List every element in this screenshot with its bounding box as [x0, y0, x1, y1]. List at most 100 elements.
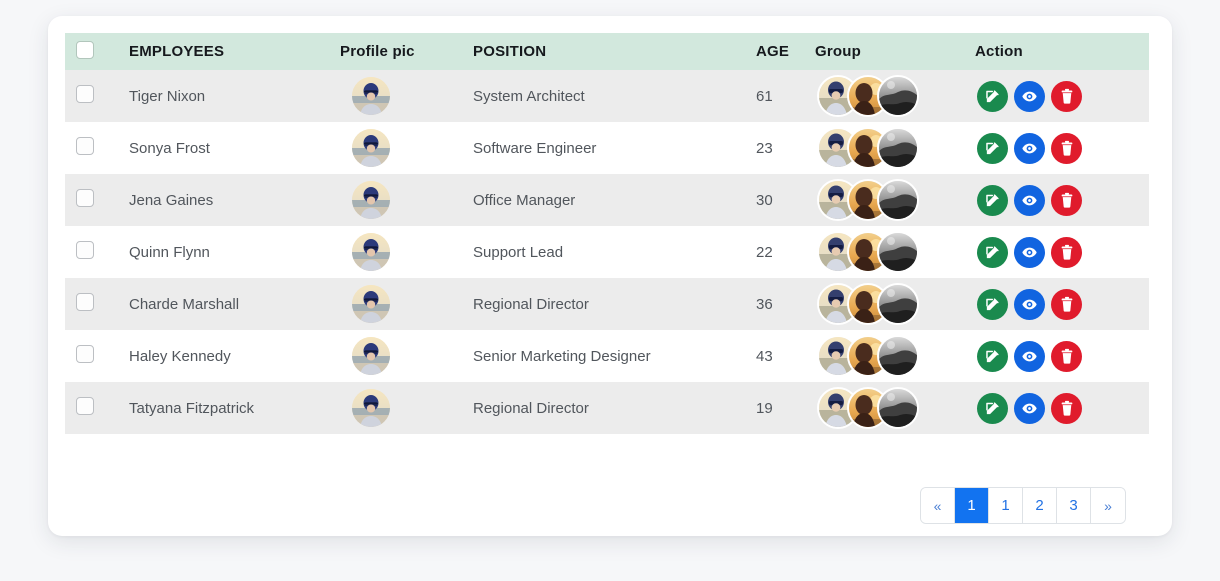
group-cell — [815, 122, 975, 174]
avatar[interactable] — [352, 77, 390, 115]
employee-position: Senior Marketing Designer — [473, 347, 651, 365]
row-actions — [975, 184, 1149, 216]
view-button[interactable] — [1014, 132, 1045, 164]
table-row[interactable]: Haley Kennedy Senior Marketing Designer … — [65, 330, 1149, 382]
row-checkbox[interactable] — [76, 293, 94, 311]
pagination-list: «1 1 2 3» — [920, 487, 1126, 524]
edit-icon — [984, 348, 1001, 365]
delete-button[interactable] — [1051, 340, 1082, 372]
row-actions — [975, 340, 1149, 372]
view-button[interactable] — [1014, 392, 1045, 424]
group-avatar[interactable] — [877, 283, 919, 325]
delete-button[interactable] — [1051, 184, 1082, 216]
group-avatar[interactable] — [877, 127, 919, 169]
edit-button[interactable] — [977, 132, 1008, 164]
group-avatars — [815, 127, 975, 169]
header-profile-pic[interactable]: Profile pic — [340, 33, 473, 70]
eye-icon — [1021, 88, 1038, 105]
age-cell: 36 — [756, 278, 815, 330]
header-age[interactable]: AGE — [756, 33, 815, 70]
table-row[interactable]: Jena Gaines Office Manager 30 — [65, 174, 1149, 226]
table-row[interactable]: Charde Marshall Regional Director 36 — [65, 278, 1149, 330]
delete-button[interactable] — [1051, 236, 1082, 268]
group-avatar[interactable] — [877, 387, 919, 429]
position-cell: Regional Director — [473, 278, 756, 330]
row-actions — [975, 132, 1149, 164]
edit-button[interactable] — [977, 340, 1008, 372]
delete-button[interactable] — [1051, 392, 1082, 424]
employee-name: Quinn Flynn — [129, 243, 210, 261]
row-checkbox[interactable] — [76, 137, 94, 155]
row-checkbox[interactable] — [76, 85, 94, 103]
employee-name-cell: Quinn Flynn — [129, 226, 340, 278]
avatar[interactable] — [352, 129, 390, 167]
edit-button[interactable] — [977, 392, 1008, 424]
age-cell: 23 — [756, 122, 815, 174]
pagination-page-active[interactable]: 1 — [955, 488, 989, 523]
table-body: Tiger Nixon System Architect 61 Sonya Fr… — [65, 70, 1149, 434]
pagination-page[interactable]: 1 — [989, 488, 1023, 523]
table-row[interactable]: Quinn Flynn Support Lead 22 — [65, 226, 1149, 278]
avatar[interactable] — [352, 389, 390, 427]
pagination-next[interactable]: » — [1091, 488, 1125, 523]
header-select-all — [65, 33, 129, 70]
pagination-page[interactable]: 3 — [1057, 488, 1091, 523]
position-cell: Software Engineer — [473, 122, 756, 174]
delete-button[interactable] — [1051, 288, 1082, 320]
row-checkbox[interactable] — [76, 189, 94, 207]
avatar[interactable] — [352, 181, 390, 219]
employee-name-cell: Jena Gaines — [129, 174, 340, 226]
action-cell — [975, 70, 1149, 122]
avatar[interactable] — [352, 337, 390, 375]
row-select-cell — [65, 174, 129, 226]
action-cell — [975, 278, 1149, 330]
pagination-prev[interactable]: « — [921, 488, 955, 523]
employee-name: Tatyana Fitzpatrick — [129, 399, 255, 417]
avatar[interactable] — [352, 285, 390, 323]
table-row[interactable]: Sonya Frost Software Engineer 23 — [65, 122, 1149, 174]
position-cell: Senior Marketing Designer — [473, 330, 756, 382]
edit-icon — [984, 244, 1001, 261]
row-select-cell — [65, 70, 129, 122]
group-avatar[interactable] — [877, 75, 919, 117]
view-button[interactable] — [1014, 80, 1045, 112]
row-checkbox[interactable] — [76, 241, 94, 259]
edit-button[interactable] — [977, 236, 1008, 268]
delete-button[interactable] — [1051, 80, 1082, 112]
delete-button[interactable] — [1051, 132, 1082, 164]
table-header-row: EMPLOYEES Profile pic POSITION AGE Group… — [65, 33, 1149, 70]
profile-pic-cell — [340, 330, 473, 382]
row-checkbox[interactable] — [76, 397, 94, 415]
pagination-page[interactable]: 2 — [1023, 488, 1057, 523]
view-button[interactable] — [1014, 236, 1045, 268]
employee-position: Regional Director — [473, 399, 589, 417]
employee-position: Office Manager — [473, 191, 576, 209]
trash-icon — [1059, 400, 1075, 417]
trash-icon — [1059, 244, 1075, 261]
employee-position: System Architect — [473, 87, 585, 105]
row-actions — [975, 236, 1149, 268]
position-cell: Support Lead — [473, 226, 756, 278]
select-all-checkbox[interactable] — [76, 40, 94, 59]
view-button[interactable] — [1014, 288, 1045, 320]
group-avatar[interactable] — [877, 179, 919, 221]
view-button[interactable] — [1014, 340, 1045, 372]
edit-button[interactable] — [977, 184, 1008, 216]
edit-button[interactable] — [977, 288, 1008, 320]
edit-button[interactable] — [977, 80, 1008, 112]
row-checkbox[interactable] — [76, 345, 94, 363]
table-row[interactable]: Tatyana Fitzpatrick Regional Director 19 — [65, 382, 1149, 434]
header-employees[interactable]: EMPLOYEES — [129, 33, 340, 70]
profile-pic-cell — [340, 70, 473, 122]
group-avatar[interactable] — [877, 231, 919, 273]
employee-name: Jena Gaines — [129, 191, 214, 209]
employee-name: Tiger Nixon — [129, 87, 206, 105]
header-position[interactable]: POSITION — [473, 33, 756, 70]
table-row[interactable]: Tiger Nixon System Architect 61 — [65, 70, 1149, 122]
view-button[interactable] — [1014, 184, 1045, 216]
trash-icon — [1059, 348, 1075, 365]
group-avatar[interactable] — [877, 335, 919, 377]
employee-position: Regional Director — [473, 295, 589, 313]
header-group[interactable]: Group — [815, 33, 975, 70]
avatar[interactable] — [352, 233, 390, 271]
